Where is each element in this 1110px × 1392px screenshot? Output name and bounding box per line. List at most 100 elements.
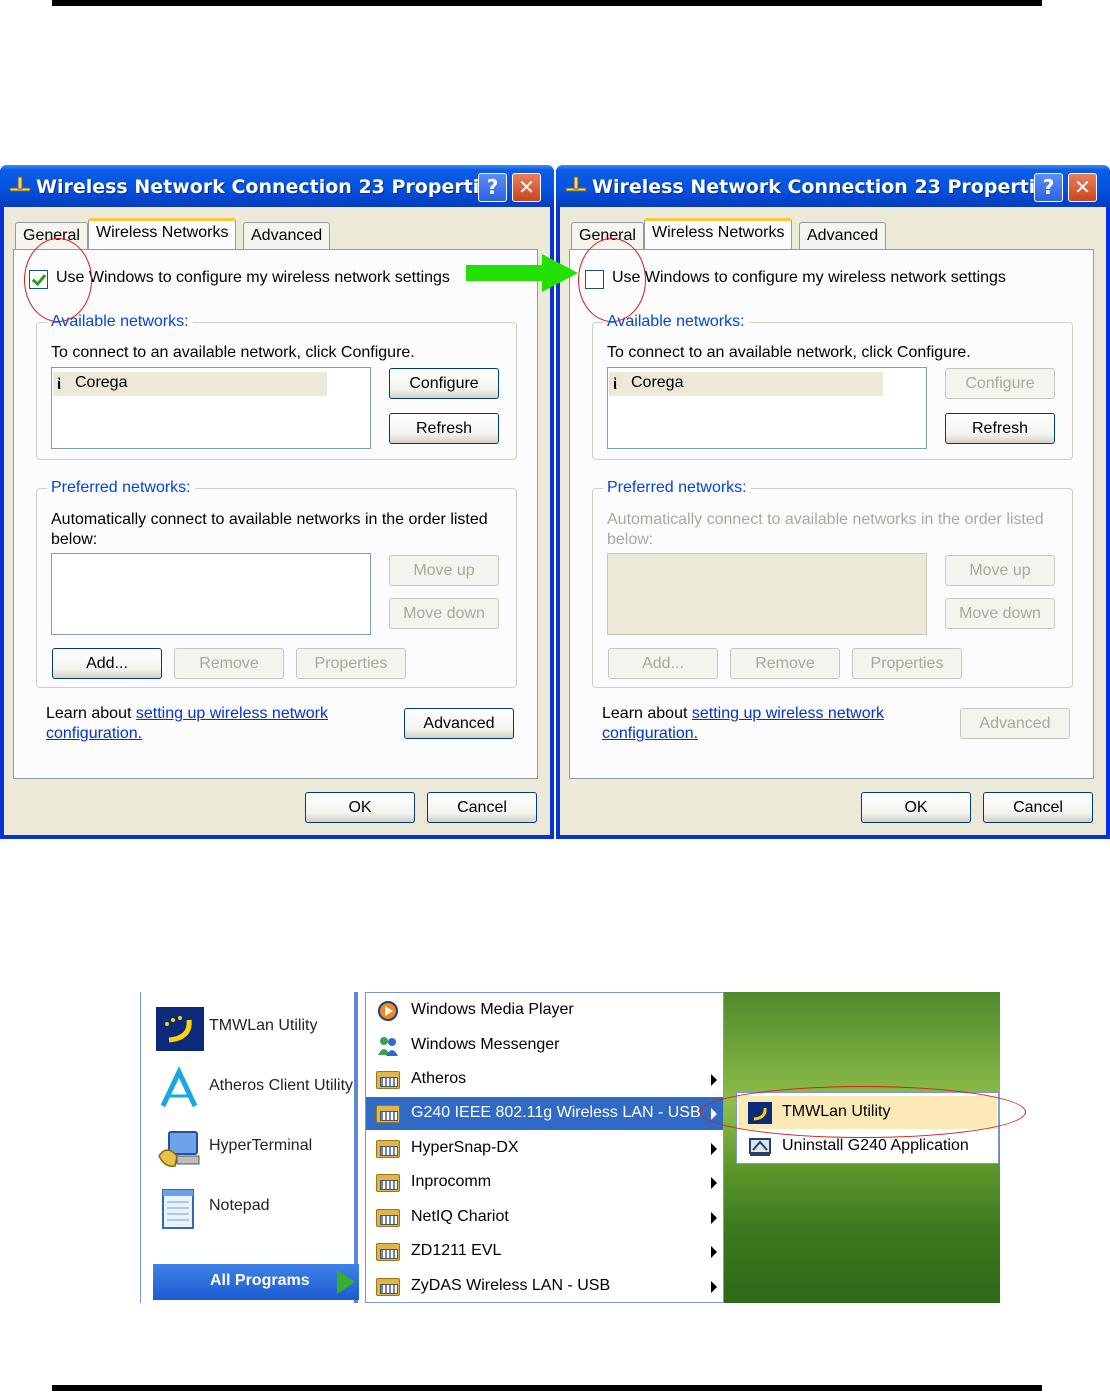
learn-about-text: Learn about setting up wireless network … xyxy=(46,704,376,744)
tab-wireless-networks[interactable]: Wireless Networks xyxy=(88,218,237,249)
title-bar[interactable]: Wireless Network Connection 23 Propertie… xyxy=(556,165,1110,207)
refresh-button[interactable]: Refresh xyxy=(945,413,1055,444)
ok-button[interactable]: OK xyxy=(305,792,415,823)
tab-advanced[interactable]: Advanced xyxy=(799,222,887,249)
top-rule xyxy=(52,0,1042,6)
preferred-networks-group: Preferred networks: Automatically connec… xyxy=(36,479,517,688)
properties-button[interactable]: Properties xyxy=(852,648,962,679)
remove-button[interactable]: Remove xyxy=(174,648,284,679)
program-folder-icon xyxy=(376,1069,400,1091)
pinned-item-atheros[interactable]: Atheros Client Utility xyxy=(155,1060,355,1116)
available-networks-list[interactable]: ἰ Corega xyxy=(51,367,371,449)
network-connection-icon xyxy=(9,176,31,192)
tab-advanced[interactable]: Advanced xyxy=(243,222,331,249)
move-up-button[interactable]: Move up xyxy=(945,555,1055,586)
preferred-networks-list[interactable] xyxy=(607,553,927,635)
menu-item-zydas-wireless-lan[interactable]: ZyDAS Wireless LAN - USB xyxy=(366,1270,723,1303)
tab-general[interactable]: General xyxy=(571,222,644,249)
advanced-button[interactable]: Advanced xyxy=(404,708,514,739)
submenu-arrow-icon xyxy=(711,1246,717,1258)
all-programs-label: All Programs xyxy=(210,1272,310,1289)
available-networks-list[interactable]: ἰ Corega xyxy=(607,367,927,449)
hyperterminal-icon xyxy=(158,1131,200,1168)
pinned-item-hyperterminal[interactable]: HyperTerminal xyxy=(155,1120,355,1176)
submenu-item-uninstall-g240[interactable]: Uninstall G240 Application xyxy=(738,1130,997,1163)
network-connection-icon xyxy=(565,176,587,192)
configure-button[interactable]: Configure xyxy=(389,368,499,399)
available-networks-legend: Available networks: xyxy=(603,313,749,331)
network-name: Corega xyxy=(75,374,128,391)
program-folder-icon xyxy=(376,1276,400,1298)
move-down-button[interactable]: Move down xyxy=(945,598,1055,629)
ok-button[interactable]: OK xyxy=(861,792,971,823)
properties-button[interactable]: Properties xyxy=(296,648,406,679)
pinned-item-tmwlan[interactable]: TMWLan Utility xyxy=(155,1000,355,1056)
pinned-label: HyperTerminal xyxy=(209,1137,313,1154)
submenu-item-label: Uninstall G240 Application xyxy=(782,1137,969,1154)
close-button[interactable]: ✕ xyxy=(512,173,541,202)
advanced-button[interactable]: Advanced xyxy=(960,708,1070,739)
move-up-button[interactable]: Move up xyxy=(389,555,499,586)
menu-item-hypersnap[interactable]: HyperSnap-DX xyxy=(366,1132,723,1165)
list-item[interactable]: ἰ Corega xyxy=(53,372,327,396)
menu-item-label: Atheros xyxy=(411,1070,467,1087)
all-programs-button[interactable]: All Programs xyxy=(153,1264,359,1300)
available-networks-legend: Available networks: xyxy=(47,313,193,331)
preferred-networks-list[interactable] xyxy=(51,553,371,635)
tmwlan-icon xyxy=(748,1102,772,1124)
help-button[interactable]: ? xyxy=(478,173,507,202)
move-down-button[interactable]: Move down xyxy=(389,598,499,629)
menu-item-label: ZyDAS Wireless LAN - USB xyxy=(411,1277,611,1294)
properties-dialog-disabled: Wireless Network Connection 23 Propertie… xyxy=(556,165,1110,839)
submenu-arrow-icon xyxy=(711,1212,717,1224)
menu-item-label: HyperSnap-DX xyxy=(411,1139,519,1156)
cancel-button[interactable]: Cancel xyxy=(983,792,1093,823)
remove-button[interactable]: Remove xyxy=(730,648,840,679)
program-folder-icon xyxy=(376,1138,400,1160)
programs-menu: Windows Media Player Windows Messenger A… xyxy=(365,992,724,1303)
menu-item-zd1211-evl[interactable]: ZD1211 EVL xyxy=(366,1235,723,1268)
network-antenna-icon: ἰ xyxy=(613,376,618,393)
help-button[interactable]: ? xyxy=(1034,173,1063,202)
list-item[interactable]: ἰ Corega xyxy=(609,372,883,396)
use-windows-checkbox[interactable] xyxy=(585,270,604,289)
submenu-arrow-icon xyxy=(711,1281,717,1293)
cancel-button[interactable]: Cancel xyxy=(427,792,537,823)
submenu-arrow-icon xyxy=(711,1143,717,1155)
submenu-arrow-icon xyxy=(711,1074,717,1086)
pinned-label: Atheros Client Utility xyxy=(209,1077,354,1094)
program-folder-icon xyxy=(376,1172,400,1194)
menu-item-windows-messenger[interactable]: Windows Messenger xyxy=(366,1029,723,1062)
program-folder-icon xyxy=(376,1103,400,1125)
learn-about-text: Learn about setting up wireless network … xyxy=(602,704,932,744)
configure-button[interactable]: Configure xyxy=(945,368,1055,399)
program-folder-icon xyxy=(376,1207,400,1229)
media-player-icon xyxy=(378,1001,398,1021)
tab-wireless-networks[interactable]: Wireless Networks xyxy=(644,218,793,249)
menu-item-label: Inprocomm xyxy=(411,1173,492,1190)
preferred-networks-description: Automatically connect to available netwo… xyxy=(51,511,488,548)
dialog-title: Wireless Network Connection 23 Propertie… xyxy=(592,176,1060,198)
menu-item-inprocomm[interactable]: Inprocomm xyxy=(366,1166,723,1199)
title-bar[interactable]: Wireless Network Connection 23 Propertie… xyxy=(0,165,554,207)
menu-item-netiq-chariot[interactable]: NetIQ Chariot xyxy=(366,1201,723,1234)
tab-general[interactable]: General xyxy=(15,222,88,249)
preferred-networks-legend: Preferred networks: xyxy=(603,479,751,497)
start-menu-screenshot: TMWLan Utility Atheros Client Utility Hy… xyxy=(140,992,1000,1303)
available-networks-description: To connect to an available network, clic… xyxy=(51,344,415,361)
use-windows-label: Use Windows to configure my wireless net… xyxy=(612,269,1006,286)
menu-item-label: Windows Messenger xyxy=(411,1036,560,1053)
add-button[interactable]: Add... xyxy=(52,648,162,679)
g240-submenu: TMWLan Utility Uninstall G240 Applicatio… xyxy=(736,1092,999,1164)
menu-item-atheros[interactable]: Atheros xyxy=(366,1063,723,1096)
add-button[interactable]: Add... xyxy=(608,648,718,679)
refresh-button[interactable]: Refresh xyxy=(389,413,499,444)
menu-item-windows-media-player[interactable]: Windows Media Player xyxy=(366,994,723,1027)
menu-item-label: G240 IEEE 802.11g Wireless LAN - USB xyxy=(411,1104,701,1121)
use-windows-checkbox[interactable] xyxy=(29,270,48,289)
menu-item-g240[interactable]: G240 IEEE 802.11g Wireless LAN - USB xyxy=(366,1097,723,1130)
close-button[interactable]: ✕ xyxy=(1068,173,1097,202)
pinned-item-notepad[interactable]: Notepad xyxy=(155,1180,355,1236)
green-arrow-icon xyxy=(466,254,578,292)
submenu-item-tmwlan-utility[interactable]: TMWLan Utility xyxy=(738,1096,997,1129)
